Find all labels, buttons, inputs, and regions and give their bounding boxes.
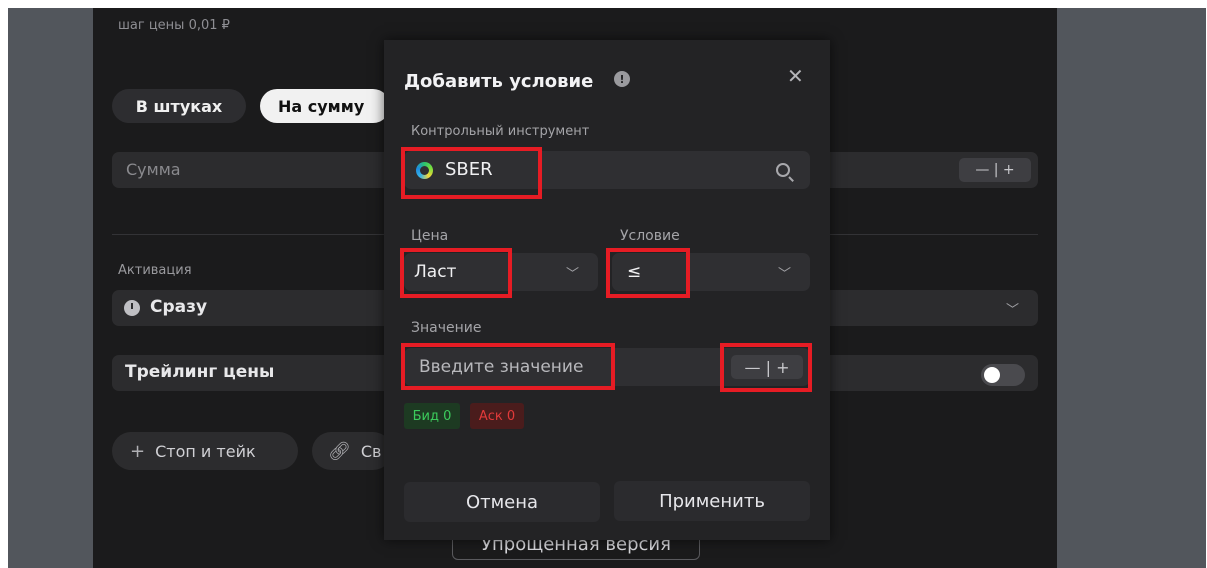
trailing-label: Трейлинг цены bbox=[125, 362, 275, 382]
highlight-price bbox=[400, 248, 512, 298]
bid-badge[interactable]: Бид 0 bbox=[404, 403, 460, 429]
highlight-condition bbox=[606, 248, 690, 298]
stop-take-label: Стоп и тейк bbox=[155, 441, 256, 461]
instrument-label: Контрольный инструмент bbox=[411, 124, 590, 139]
highlight-instrument bbox=[401, 147, 542, 199]
linked-order-button[interactable]: 🔗︎ Св bbox=[312, 432, 392, 470]
condition-label: Условие bbox=[620, 228, 680, 244]
plus-icon: + bbox=[130, 440, 146, 462]
info-icon[interactable]: ! bbox=[614, 71, 630, 87]
activation-label: Активация bbox=[118, 263, 192, 278]
tab-by-sum[interactable]: На сумму bbox=[260, 89, 390, 123]
chevron-down-icon: ﹀ bbox=[778, 267, 792, 282]
activation-value: Сразу bbox=[150, 297, 208, 317]
tab-in-pieces[interactable]: В штуках bbox=[112, 89, 246, 123]
link-icon: 🔗︎ bbox=[328, 440, 351, 462]
apply-button[interactable]: Применить bbox=[614, 481, 810, 521]
linked-order-label: Св bbox=[360, 441, 382, 461]
stop-take-button[interactable]: + Стоп и тейк bbox=[112, 432, 298, 470]
chevron-down-icon: ﹀ bbox=[1006, 303, 1020, 318]
search-icon[interactable] bbox=[776, 163, 790, 177]
cancel-button[interactable]: Отмена bbox=[404, 482, 600, 522]
clock-icon bbox=[124, 300, 140, 316]
price-step-text: шаг цены 0,01 ₽ bbox=[118, 18, 230, 33]
value-label: Значение bbox=[411, 320, 482, 336]
highlight-value bbox=[401, 343, 615, 390]
price-label: Цена bbox=[411, 228, 449, 244]
sum-stepper[interactable]: — | + bbox=[959, 158, 1031, 182]
close-icon[interactable]: ✕ bbox=[787, 64, 804, 88]
highlight-stepper bbox=[720, 343, 812, 392]
ask-badge[interactable]: Аск 0 bbox=[470, 403, 524, 429]
modal-title: Добавить условие bbox=[404, 71, 594, 92]
sum-placeholder: Сумма bbox=[126, 160, 181, 179]
chevron-down-icon: ﹀ bbox=[566, 267, 580, 282]
toggle-knob bbox=[984, 367, 1000, 383]
